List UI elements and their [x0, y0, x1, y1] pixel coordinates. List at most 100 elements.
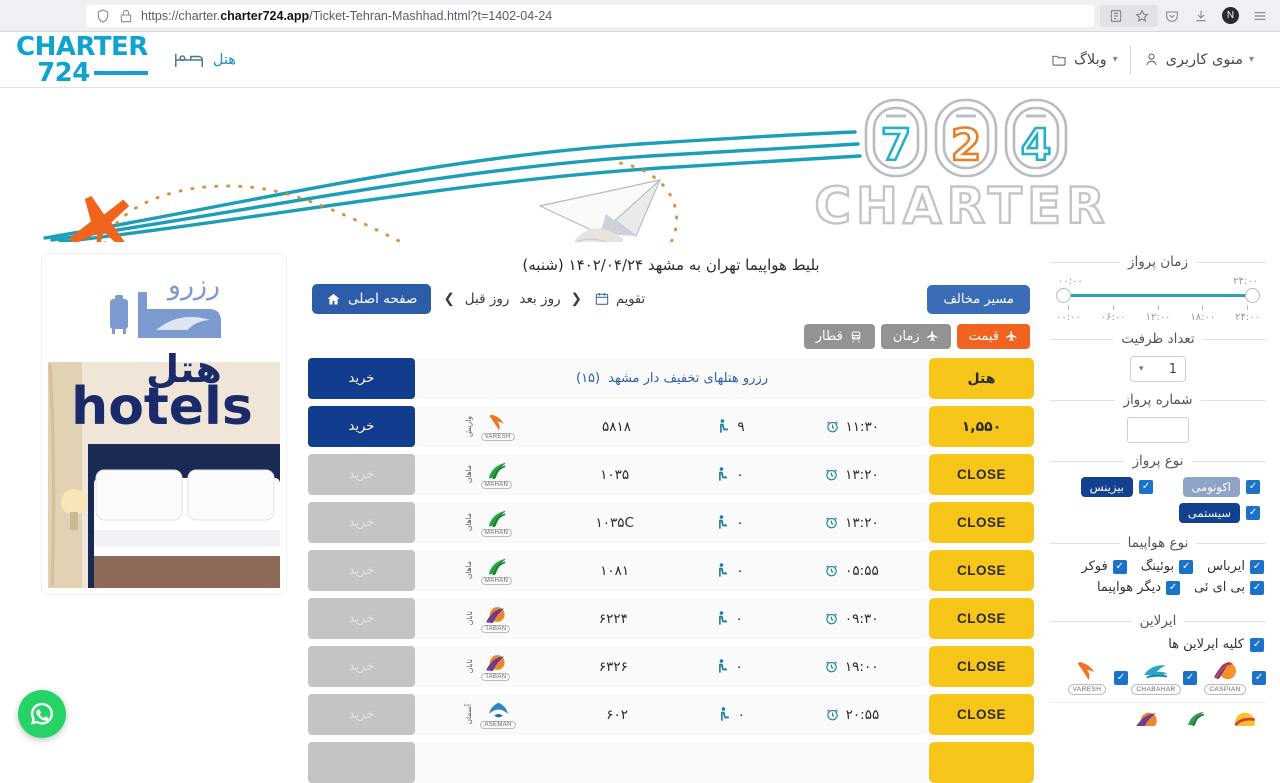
lock-icon	[118, 8, 134, 24]
checkbox-checked-icon[interactable]: ✓	[1250, 581, 1264, 595]
checkbox-checked-icon[interactable]: ✓	[1246, 506, 1260, 520]
home-button[interactable]: صفحه اصلی	[312, 284, 431, 314]
flight-time-cell: ۰۵:۵۵	[824, 563, 879, 579]
airline-cell: MAHAN ماهان	[465, 509, 512, 537]
flight-seats: ۰	[736, 515, 743, 531]
seat-icon	[717, 467, 730, 482]
buy-button: خرید	[308, 550, 415, 591]
sort-tab-train[interactable]: قطار	[804, 324, 875, 349]
table-row[interactable]: ۱,۵۵۰ ۱۱:۳۰ ۹ ۵۸۱۸ VARESH	[308, 406, 1034, 447]
aircraft-option-fokker[interactable]: ✓ فوکر	[1081, 559, 1126, 574]
hotel-promo-badge: هتل	[929, 358, 1034, 399]
address-bar[interactable]: https://charter.charter724.app/Ticket-Te…	[86, 5, 1094, 27]
hotel-promo-row[interactable]: هتل رزرو هتلهای تخفیف دار مشهد (۱۵) خرید	[308, 358, 1034, 399]
filter-capacity-heading: تعداد ظرفیت	[1121, 331, 1194, 347]
flight-number-input[interactable]	[1127, 417, 1189, 443]
whatsapp-chat-button[interactable]	[18, 690, 66, 738]
results-toolbar: مسیر مخالف تقویم ❮ روز بعد روز قبل ❯ صفح…	[308, 284, 1034, 324]
svg-text:2: 2	[951, 120, 982, 171]
airline-option-varesh[interactable]: ✓ VARESH	[1066, 660, 1128, 695]
airline-option-chabahar[interactable]: ✓ CHABAHAR	[1135, 660, 1197, 695]
hamburger-menu-icon[interactable]	[1252, 8, 1268, 24]
chevron-down-icon: ▾	[1249, 54, 1254, 65]
filter-flight-time-heading: زمان پرواز	[1128, 254, 1188, 270]
aircraft-option-boeing[interactable]: ✓ بوئینگ	[1141, 559, 1193, 574]
taban-logo: TABAN	[481, 653, 510, 681]
sort-tabs: قیمت زمان قطار	[308, 324, 1034, 358]
svg-text:CHARTER: CHARTER	[814, 177, 1109, 235]
clock-icon	[825, 707, 840, 722]
aircraft-option-other[interactable]: ✓ دیگر هواپیما	[1097, 580, 1180, 595]
opposite-route-button[interactable]: مسیر مخالف	[927, 285, 1030, 314]
nav-item-user-menu[interactable]: ▾ منوی کاربری	[1131, 45, 1266, 75]
checkbox-checked-icon[interactable]: ✓	[1166, 581, 1180, 595]
aircraft-option-airbus[interactable]: ✓ ایرباس	[1207, 559, 1264, 574]
checkbox-checked-icon[interactable]: ✓	[1250, 560, 1264, 574]
airline-name-fa: آسمان	[465, 704, 474, 725]
next-day-button[interactable]: ❮	[571, 291, 582, 307]
airline-logo-row-next	[1050, 703, 1266, 733]
calendar-icon	[594, 291, 610, 307]
brand-logo[interactable]: CHARTER 724	[16, 34, 148, 86]
sort-tab-time[interactable]: زمان	[881, 324, 951, 349]
checkbox-checked-icon[interactable]: ✓	[1246, 480, 1260, 494]
hotel-promo-buy-button[interactable]: خرید	[308, 358, 415, 399]
prev-day-button[interactable]: ❯	[443, 291, 454, 307]
filter-flight-number: شماره پرواز	[1050, 392, 1266, 447]
table-row: CLOSE ۱۳:۲۰ ۰ ۱۰۳۵C MAHAN	[308, 502, 1034, 543]
flight-results-list: هتل رزرو هتلهای تخفیف دار مشهد (۱۵) خرید…	[308, 358, 1034, 783]
checkbox-checked-icon[interactable]: ✓	[1114, 671, 1128, 685]
aircraft-option-bae[interactable]: ✓ بی ای ئی	[1194, 580, 1264, 595]
flight-number: ۱۰۸۱	[593, 563, 637, 579]
flight-number: ۶۲۲۴	[591, 611, 635, 627]
flight-number: ۵۸۱۸	[594, 419, 638, 435]
clock-icon	[824, 467, 839, 482]
calendar-button[interactable]: تقویم	[594, 291, 645, 307]
hotel-promo-banner[interactable]: رزرو هتل hotels	[42, 254, 286, 594]
svg-text:4: 4	[1021, 120, 1052, 171]
prev-day-label[interactable]: روز قبل	[465, 291, 510, 307]
airline-option-caspian[interactable]: ✓ CASPIAN	[1204, 660, 1266, 695]
sort-tab-price[interactable]: قیمت	[957, 324, 1030, 349]
flight-type-option-business[interactable]: ✓ بیزینس	[1056, 477, 1153, 497]
bookmark-star-icon[interactable]	[1134, 8, 1150, 24]
flight-price: CLOSE	[929, 550, 1034, 591]
time-range-slider[interactable]	[1056, 288, 1260, 302]
capacity-select[interactable]: 1 ▾	[1130, 356, 1186, 382]
next-day-label[interactable]: روز بعد	[519, 291, 560, 307]
filter-flight-type: نوع پرواز ✓ اکونومی ✓ بیزینس ✓ سیستمی	[1050, 453, 1266, 529]
downloads-icon[interactable]	[1193, 8, 1209, 24]
time-slider-knob-max[interactable]	[1245, 288, 1260, 303]
site-nav-menu: ▾ منوی کاربری ▾ وبلاگ	[1038, 45, 1266, 75]
checkbox-checked-icon[interactable]: ✓	[1250, 638, 1264, 652]
airline-name-fa: واریش	[465, 416, 474, 437]
airline-option-all-label: کلیه ایرلاین ها	[1168, 637, 1244, 652]
checkbox-checked-icon[interactable]: ✓	[1183, 671, 1197, 685]
account-avatar[interactable]: N	[1222, 7, 1239, 24]
sort-tab-train-label: قطار	[816, 329, 843, 344]
plane-icon	[926, 330, 939, 343]
flight-type-option-system[interactable]: ✓ سیستمی	[1163, 503, 1260, 523]
flight-type-option-economy[interactable]: ✓ اکونومی	[1163, 477, 1260, 497]
hand-paper-plane-illustration	[540, 180, 660, 242]
nav-hotel-link[interactable]: هتل	[174, 50, 236, 70]
reader-view-icon[interactable]	[1108, 8, 1124, 24]
checkbox-checked-icon[interactable]: ✓	[1252, 671, 1266, 685]
nav-item-blog[interactable]: ▾ وبلاگ	[1038, 45, 1131, 75]
flight-price: CLOSE	[929, 694, 1034, 735]
flight-detail-cell: ۱۹:۰۰ ۰ ۶۳۲۶ TABAN تابان	[415, 646, 929, 687]
varesh-logo: VARESH	[481, 413, 515, 441]
airline-option-all[interactable]: ✓ کلیه ایرلاین ها	[1050, 635, 1266, 660]
buy-button[interactable]: خرید	[308, 406, 415, 447]
flight-time: ۱۳:۲۰	[845, 467, 879, 483]
checkbox-checked-icon[interactable]: ✓	[1139, 480, 1153, 494]
table-row: CLOSE ۱۹:۰۰ ۰ ۶۳۲۶ TABAN	[308, 646, 1034, 687]
checkbox-checked-icon[interactable]: ✓	[1179, 560, 1193, 574]
time-slider-knob-min[interactable]	[1056, 288, 1071, 303]
charter724-logo-illustration: 7 2 4 CHARTER	[814, 100, 1109, 235]
airline-code: MAHAN	[481, 481, 512, 489]
pocket-icon[interactable]	[1164, 8, 1180, 24]
flight-detail-cell: ۰۵:۵۵ ۰ ۱۰۸۱ MAHAN ماهان	[415, 550, 929, 591]
seat-icon	[717, 611, 730, 626]
checkbox-checked-icon[interactable]: ✓	[1113, 560, 1127, 574]
